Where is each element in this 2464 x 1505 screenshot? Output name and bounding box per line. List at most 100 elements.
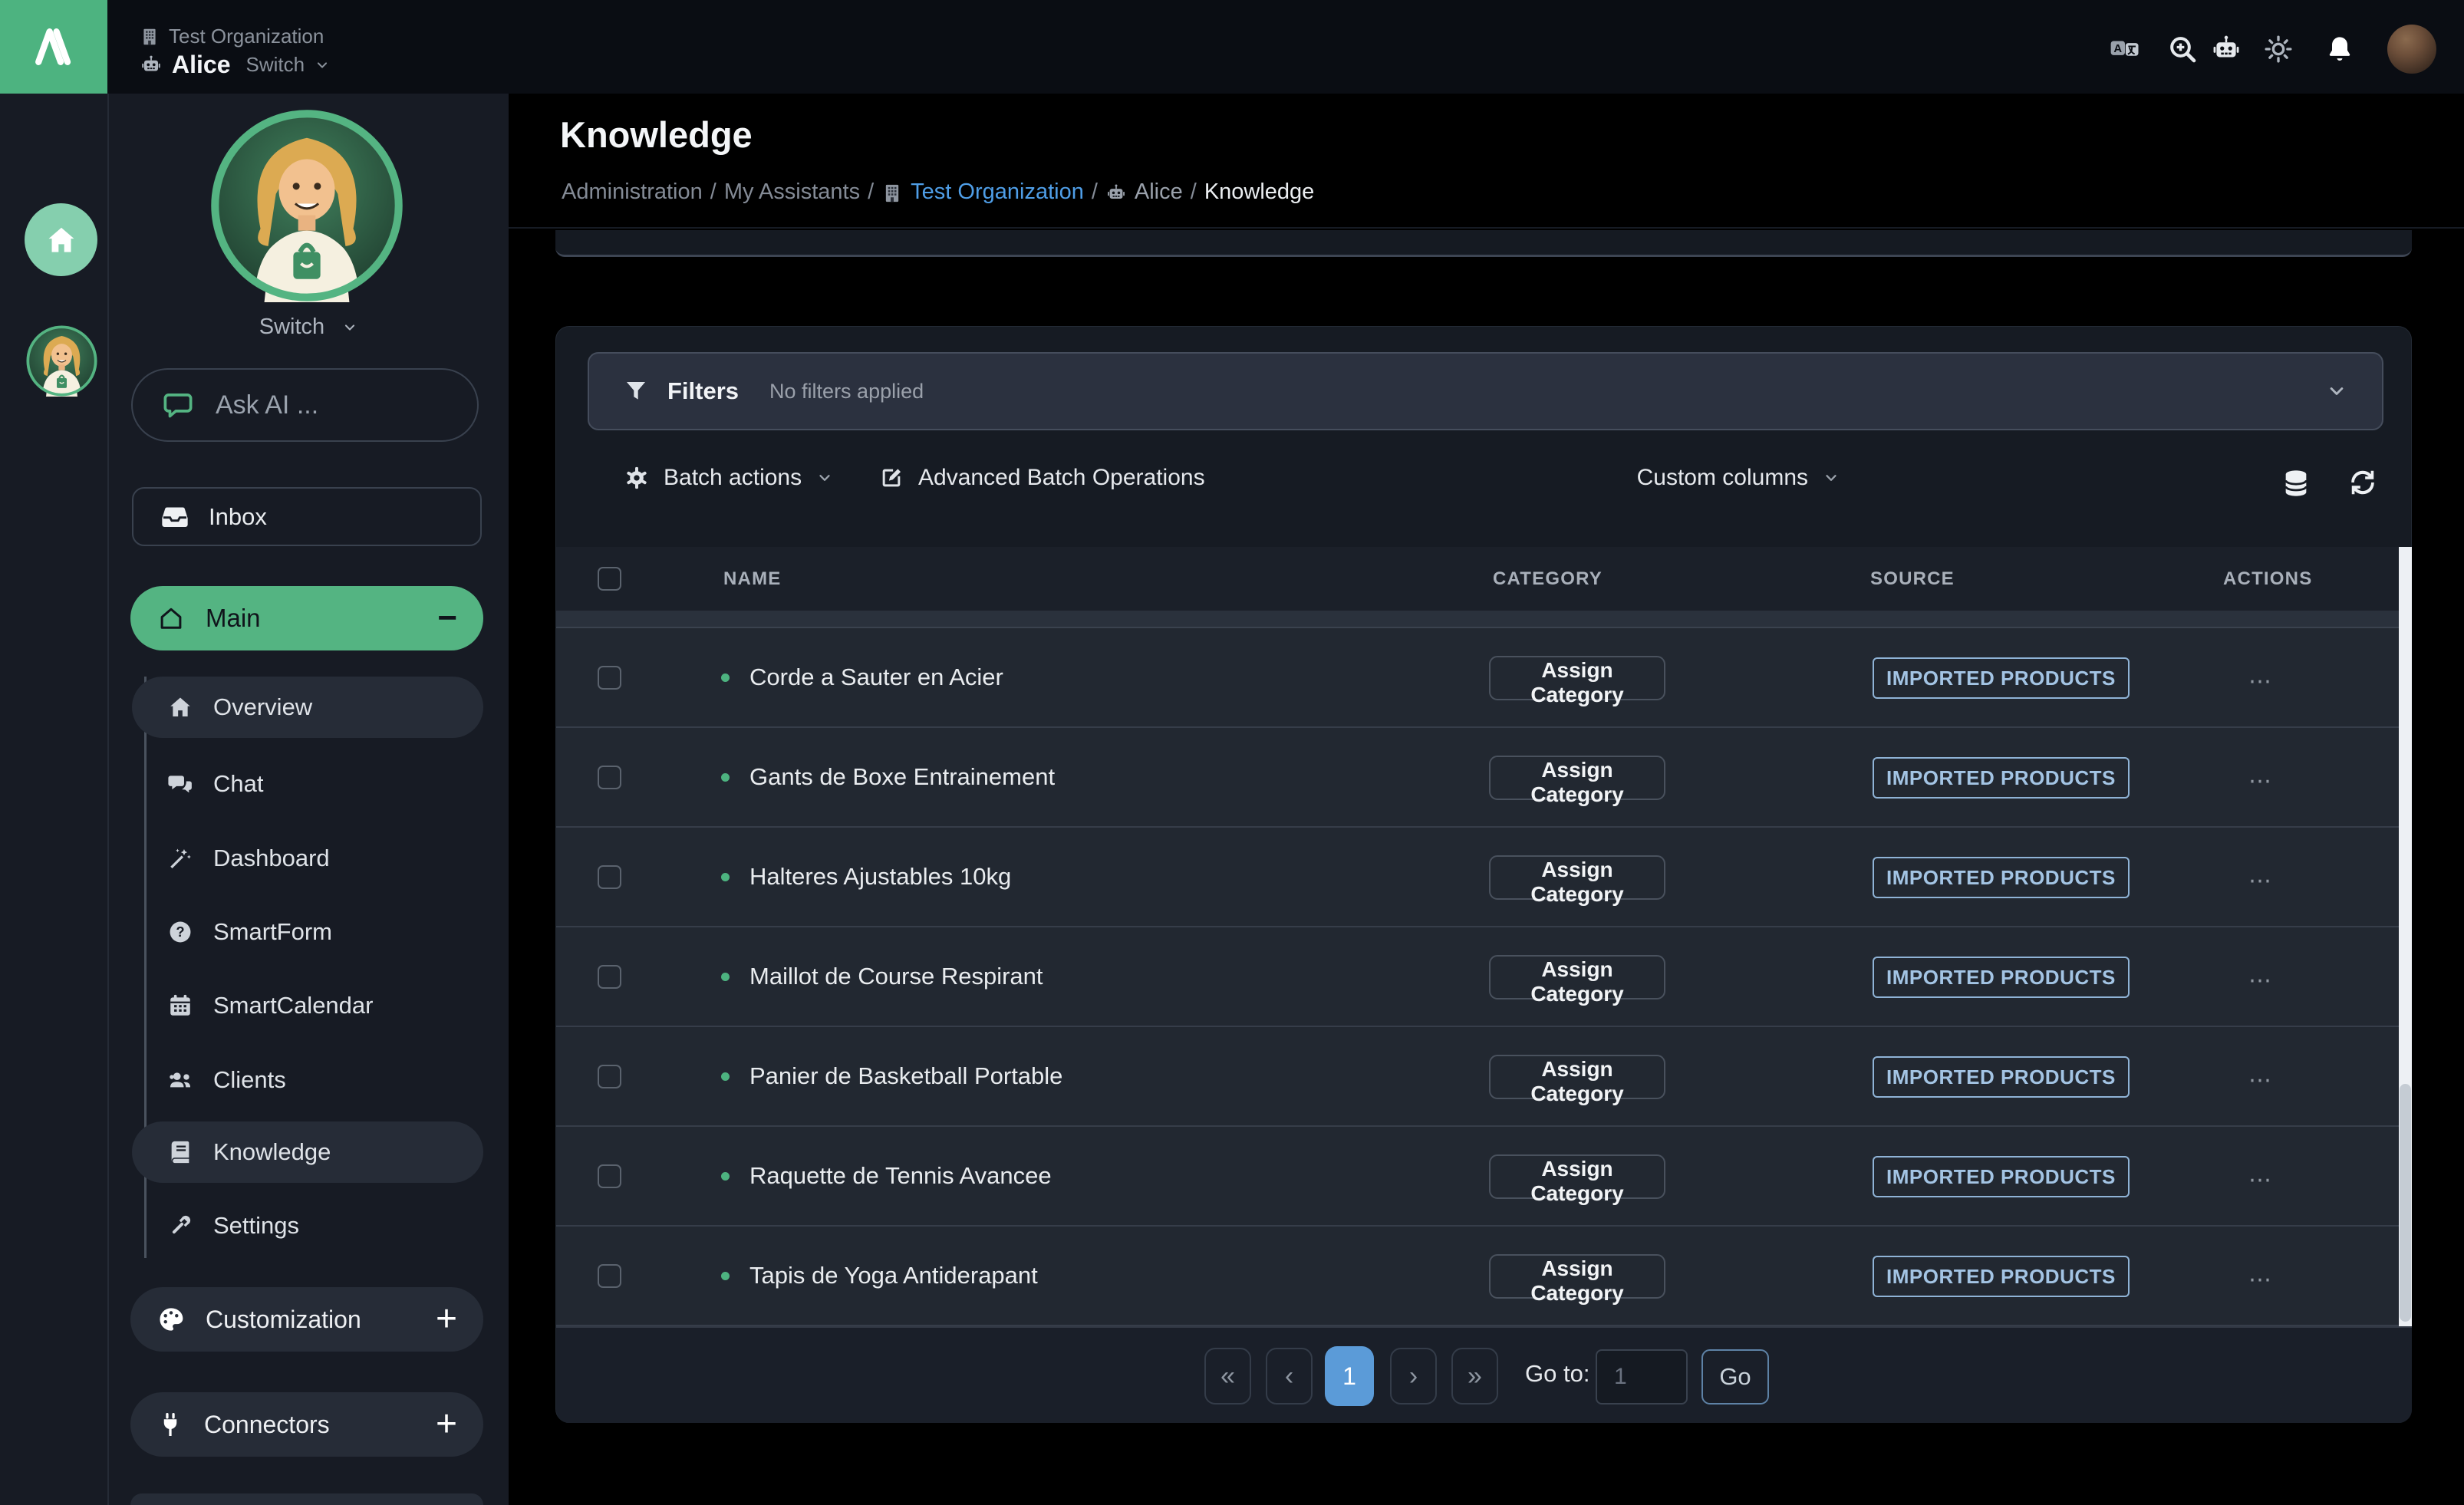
row-name[interactable]: Tapis de Yoga Antiderapant [749, 1262, 1038, 1289]
chevron-down-icon [815, 469, 834, 487]
notifications-bell-icon[interactable] [2318, 28, 2361, 71]
row-name[interactable]: Gants de Boxe Entrainement [749, 763, 1055, 791]
wand-icon [167, 845, 193, 871]
row-actions-menu-icon[interactable]: ⋯ [2248, 868, 2274, 894]
table-row[interactable]: Halteres Ajustables 10kg Assign Category… [556, 828, 2399, 927]
prev-page-button[interactable]: ‹ [1266, 1348, 1313, 1405]
row-checkbox[interactable] [598, 666, 621, 690]
zoom-icon[interactable] [2161, 28, 2204, 71]
goto-page-label: Go to: [1525, 1360, 1589, 1388]
next-page-button[interactable]: › [1390, 1348, 1437, 1405]
translate-icon[interactable] [2103, 28, 2146, 71]
table-row[interactable]: Tapis de Yoga Antiderapant Assign Catego… [556, 1227, 2399, 1326]
sidebar-section-customization[interactable]: Customization + [130, 1287, 483, 1352]
breadcrumb-separator: / [1191, 179, 1197, 205]
breadcrumb-administration[interactable]: Administration [562, 179, 703, 205]
top-bar: Test Organization Alice Switch [0, 0, 2464, 94]
switch-label: Switch [259, 315, 324, 339]
breadcrumb-my-assistants[interactable]: My Assistants [724, 179, 860, 205]
sidebar-item-knowledge[interactable]: Knowledge [132, 1121, 483, 1183]
refresh-icon[interactable] [2348, 468, 2377, 497]
switch-assistant[interactable]: Switch [109, 315, 509, 340]
table-row[interactable]: Panier de Basketball Portable Assign Cat… [556, 1027, 2399, 1127]
status-dot [721, 773, 730, 782]
table-scrollbar-track[interactable] [2399, 547, 2412, 1326]
main-label: Main [206, 604, 261, 633]
table-row[interactable]: Raquette de Tennis Avancee Assign Catego… [556, 1127, 2399, 1227]
sidebar-item-label: SmartForm [213, 918, 332, 946]
row-checkbox[interactable] [598, 1065, 621, 1088]
table-row[interactable]: Gants de Boxe Entrainement Assign Catego… [556, 728, 2399, 828]
row-actions-menu-icon[interactable]: ⋯ [2248, 768, 2274, 795]
org-context[interactable]: Test Organization [140, 25, 324, 48]
assistant-avatar[interactable] [210, 109, 404, 302]
assistant-name: Alice [172, 51, 230, 79]
app-logo[interactable] [0, 0, 107, 94]
filters-bar[interactable]: Filters No filters applied [588, 352, 2383, 430]
row-checkbox[interactable] [598, 965, 621, 989]
sidebar-section-connectors[interactable]: Connectors + [130, 1392, 483, 1457]
assign-category-button[interactable]: Assign Category [1489, 1154, 1665, 1199]
sidebar-item-overview[interactable]: Overview [132, 677, 483, 738]
row-name[interactable]: Halteres Ajustables 10kg [749, 863, 1011, 891]
assign-category-button[interactable]: Assign Category [1489, 1055, 1665, 1099]
row-checkbox[interactable] [598, 766, 621, 789]
ask-ai-input[interactable] [214, 390, 447, 421]
ask-ai-input-wrap[interactable] [131, 368, 479, 442]
chevron-down-icon[interactable] [2325, 380, 2348, 403]
sidebar-section-main[interactable]: Main − [130, 586, 483, 650]
row-checkbox[interactable] [598, 1264, 621, 1288]
batch-actions-button[interactable]: Batch actions [624, 465, 834, 491]
go-button[interactable]: Go [1701, 1349, 1769, 1405]
sidebar-item-dashboard[interactable]: Dashboard [132, 828, 483, 889]
assign-category-button[interactable]: Assign Category [1489, 855, 1665, 900]
ai-robot-icon[interactable] [2205, 28, 2248, 71]
breadcrumb-knowledge: Knowledge [1204, 179, 1315, 205]
user-avatar[interactable] [2387, 25, 2436, 74]
sidebar-item-smartform[interactable]: SmartForm [132, 901, 483, 963]
assign-category-button[interactable]: Assign Category [1489, 955, 1665, 999]
breadcrumb-alice[interactable]: Alice [1135, 179, 1183, 205]
inbox-label: Inbox [209, 503, 267, 531]
assign-category-button[interactable]: Assign Category [1489, 1254, 1665, 1299]
row-actions-menu-icon[interactable]: ⋯ [2248, 1266, 2274, 1293]
theme-sun-icon[interactable] [2257, 28, 2300, 71]
table-row[interactable]: Maillot de Course Respirant Assign Categ… [556, 927, 2399, 1027]
row-name[interactable]: Corde a Sauter en Acier [749, 664, 1003, 691]
row-checkbox[interactable] [598, 1164, 621, 1188]
current-page-button[interactable]: 1 [1325, 1346, 1374, 1406]
sidebar-item-clients[interactable]: Clients [132, 1049, 483, 1111]
row-actions-menu-icon[interactable]: ⋯ [2248, 967, 2274, 994]
sidebar-item-chat[interactable]: Chat [132, 753, 483, 815]
chat-bubble-icon [162, 389, 194, 421]
row-actions-menu-icon[interactable]: ⋯ [2248, 1167, 2274, 1194]
table-scrollbar-thumb[interactable] [2400, 1084, 2411, 1322]
assign-category-button[interactable]: Assign Category [1489, 656, 1665, 700]
row-name[interactable]: Raquette de Tennis Avancee [749, 1162, 1052, 1190]
row-name[interactable]: Maillot de Course Respirant [749, 963, 1043, 990]
last-page-button[interactable]: » [1451, 1348, 1498, 1405]
custom-columns-button[interactable]: Custom columns [1637, 465, 1840, 491]
goto-page-input[interactable] [1596, 1349, 1688, 1405]
row-name[interactable]: Panier de Basketball Portable [749, 1062, 1062, 1090]
rail-assistant-avatar[interactable] [26, 325, 97, 397]
row-checkbox[interactable] [598, 865, 621, 889]
assign-category-button[interactable]: Assign Category [1489, 756, 1665, 800]
inbox-button[interactable]: Inbox [132, 487, 482, 546]
breadcrumb-test-organization[interactable]: Test Organization [911, 179, 1084, 205]
column-header-category: CATEGORY [1493, 568, 1603, 590]
select-all-checkbox[interactable] [598, 567, 621, 591]
row-actions-menu-icon[interactable]: ⋯ [2248, 1067, 2274, 1094]
table-row[interactable]: Corde a Sauter en Acier Assign Category … [556, 628, 2399, 728]
advanced-batch-operations-button[interactable]: Advanced Batch Operations [878, 465, 1205, 491]
assistant-switcher[interactable]: Alice Switch [140, 51, 331, 79]
first-page-button[interactable]: « [1204, 1348, 1251, 1405]
sidebar-item-settings[interactable]: Settings [132, 1195, 483, 1256]
chat-icon [167, 771, 193, 797]
rail-home-button[interactable] [25, 203, 97, 276]
database-icon[interactable] [2281, 468, 2311, 499]
sidebar-item-smartcalendar[interactable]: SmartCalendar [132, 975, 483, 1036]
row-actions-menu-icon[interactable]: ⋯ [2248, 668, 2274, 695]
status-dot [721, 873, 730, 881]
status-dot [721, 1272, 730, 1280]
